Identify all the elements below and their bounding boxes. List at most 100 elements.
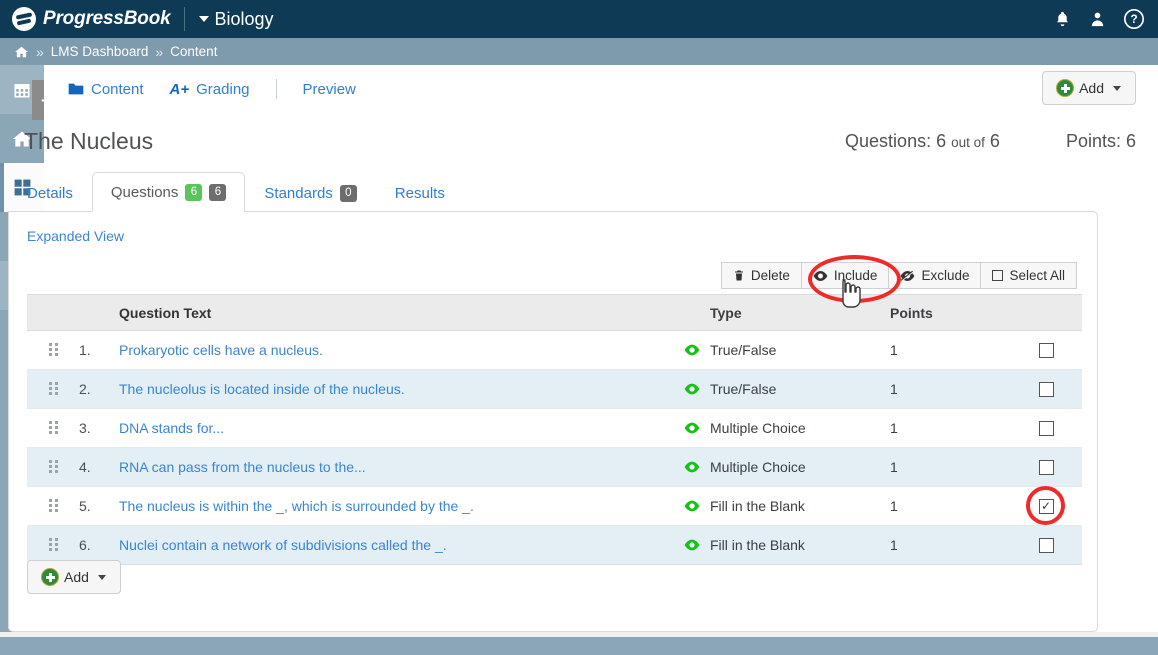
row-checkbox[interactable]	[1038, 459, 1054, 475]
question-link[interactable]: The nucleolus is located inside of the n…	[119, 381, 684, 397]
nav-link-grading[interactable]: A+ Grading	[170, 81, 250, 98]
table-row[interactable]: 2. The nucleolus is located inside of th…	[27, 370, 1082, 409]
tab-details-label: Details	[27, 185, 73, 202]
delete-button[interactable]: Delete	[720, 262, 802, 289]
question-link[interactable]: DNA stands for...	[119, 420, 684, 436]
row-checkbox-cell	[1010, 342, 1082, 358]
exclude-button[interactable]: Exclude	[889, 262, 982, 289]
add-button-bottom-label: Add	[64, 569, 89, 585]
row-checkbox[interactable]	[1038, 342, 1054, 358]
assignment-title-row: The Nucleus Questions: 6 out of 6 Points…	[24, 118, 1158, 164]
course-selector[interactable]: Biology	[199, 9, 274, 30]
questions-count: 6	[936, 130, 947, 151]
select-all-button[interactable]: Select All	[981, 262, 1077, 289]
eye-icon	[684, 539, 700, 551]
eye-slash-icon	[900, 270, 915, 282]
progressbook-logo-icon	[12, 7, 36, 31]
svg-text:?: ?	[1130, 13, 1137, 26]
user-icon[interactable]	[1089, 10, 1106, 28]
add-button-top[interactable]: Add	[1042, 71, 1136, 105]
checkbox-icon	[992, 270, 1004, 281]
drag-handle[interactable]	[27, 459, 79, 475]
question-points: 1	[890, 342, 898, 358]
tab-results[interactable]: Results	[376, 174, 464, 212]
visibility-icon-cell	[684, 539, 710, 551]
grip-icon	[48, 537, 58, 553]
eye-icon	[684, 383, 700, 395]
home-icon[interactable]	[14, 45, 29, 59]
question-type: True/False	[710, 381, 777, 397]
row-checkbox[interactable]	[1038, 381, 1054, 397]
row-checkbox[interactable]	[1038, 420, 1054, 436]
questions-panel: Expanded View Delete Include Exclude Sel…	[8, 211, 1098, 632]
brand-logo[interactable]: ProgressBook	[0, 7, 171, 31]
drag-handle[interactable]	[27, 420, 79, 436]
breadcrumb-separator: »	[36, 43, 44, 60]
drag-handle[interactable]	[27, 342, 79, 358]
tab-questions-badge-included: 6	[185, 183, 203, 201]
select-all-button-label: Select All	[1009, 268, 1065, 283]
row-number: 6.	[79, 537, 91, 553]
tab-standards-badge: 0	[339, 185, 357, 202]
expanded-view-link[interactable]: Expanded View	[27, 228, 124, 244]
breadcrumb: » LMS Dashboard » Content	[0, 38, 1158, 65]
question-points: 1	[890, 498, 898, 514]
drag-handle[interactable]	[27, 537, 79, 553]
breadcrumb-item-lms-dashboard[interactable]: LMS Dashboard	[51, 44, 149, 59]
add-button-bottom[interactable]: Add	[27, 560, 121, 594]
tab-details[interactable]: Details	[8, 174, 92, 212]
row-number: 1.	[79, 342, 91, 358]
tab-questions[interactable]: Questions 6 6	[91, 172, 246, 212]
question-link[interactable]: The nucleus is within the _, which is su…	[119, 498, 684, 514]
table-row[interactable]: 3. DNA stands for... Multiple Choice 1	[27, 409, 1082, 448]
question-type: True/False	[710, 342, 777, 358]
chevron-down-icon	[97, 574, 106, 580]
row-number: 2.	[79, 381, 91, 397]
questions-toolbar: Delete Include Exclude Select All	[720, 262, 1077, 289]
tab-standards-label: Standards	[264, 185, 333, 202]
questions-label: Questions:	[845, 130, 932, 151]
grade-a-plus-icon: A+	[169, 80, 190, 98]
breadcrumb-item-content[interactable]: Content	[170, 44, 217, 59]
help-icon[interactable]: ?	[1124, 9, 1144, 29]
question-link[interactable]: Prokaryotic cells have a nucleus.	[119, 342, 684, 358]
question-link[interactable]: RNA can pass from the nucleus to the...	[119, 459, 684, 475]
bell-icon[interactable]	[1054, 10, 1071, 28]
questions-total: 6	[989, 130, 1000, 151]
header-divider	[184, 7, 186, 31]
col-type: Type	[710, 304, 742, 321]
question-points: 1	[890, 381, 898, 397]
breadcrumb-separator-2: »	[155, 43, 164, 60]
nav-link-content[interactable]: Content	[68, 81, 144, 98]
page-title: The Nucleus	[24, 127, 154, 154]
row-checkbox[interactable]	[1038, 537, 1054, 553]
tab-standards[interactable]: Standards 0	[245, 174, 375, 212]
row-checkbox-cell	[1010, 381, 1082, 397]
nav-link-preview[interactable]: Preview	[303, 81, 356, 98]
delete-button-label: Delete	[750, 268, 790, 283]
add-button-top-label: Add	[1079, 80, 1104, 96]
question-link[interactable]: Nuclei contain a network of subdivisions…	[119, 537, 684, 553]
table-row[interactable]: 6. Nuclei contain a network of subdivisi…	[27, 526, 1082, 565]
row-checkbox-checked[interactable]: ✓	[1038, 498, 1054, 514]
row-checkbox-cell	[1010, 420, 1082, 436]
drag-handle[interactable]	[27, 498, 79, 514]
nav-link-preview-label: Preview	[302, 80, 356, 98]
assignment-stats: Questions: 6 out of 6 Points: 6	[845, 131, 1158, 152]
bottom-strip	[0, 637, 1158, 655]
eye-icon	[684, 344, 700, 356]
table-row[interactable]: 5. The nucleus is within the _, which is…	[27, 487, 1082, 526]
grip-icon	[48, 498, 58, 514]
table-row[interactable]: 1. Prokaryotic cells have a nucleus. Tru…	[27, 331, 1082, 370]
tab-questions-label: Questions	[110, 183, 179, 201]
drag-handle[interactable]	[27, 381, 79, 397]
include-button[interactable]: Include	[801, 262, 890, 289]
table-row[interactable]: 4. RNA can pass from the nucleus to the.…	[27, 448, 1082, 487]
include-button-label: Include	[833, 268, 878, 283]
visibility-icon-cell	[684, 500, 710, 512]
tab-questions-badge-total: 6	[209, 183, 227, 201]
plus-circle-icon	[1057, 80, 1074, 96]
question-points: 1	[890, 420, 898, 436]
check-icon: ✓	[1040, 499, 1052, 513]
trash-icon	[734, 270, 743, 281]
